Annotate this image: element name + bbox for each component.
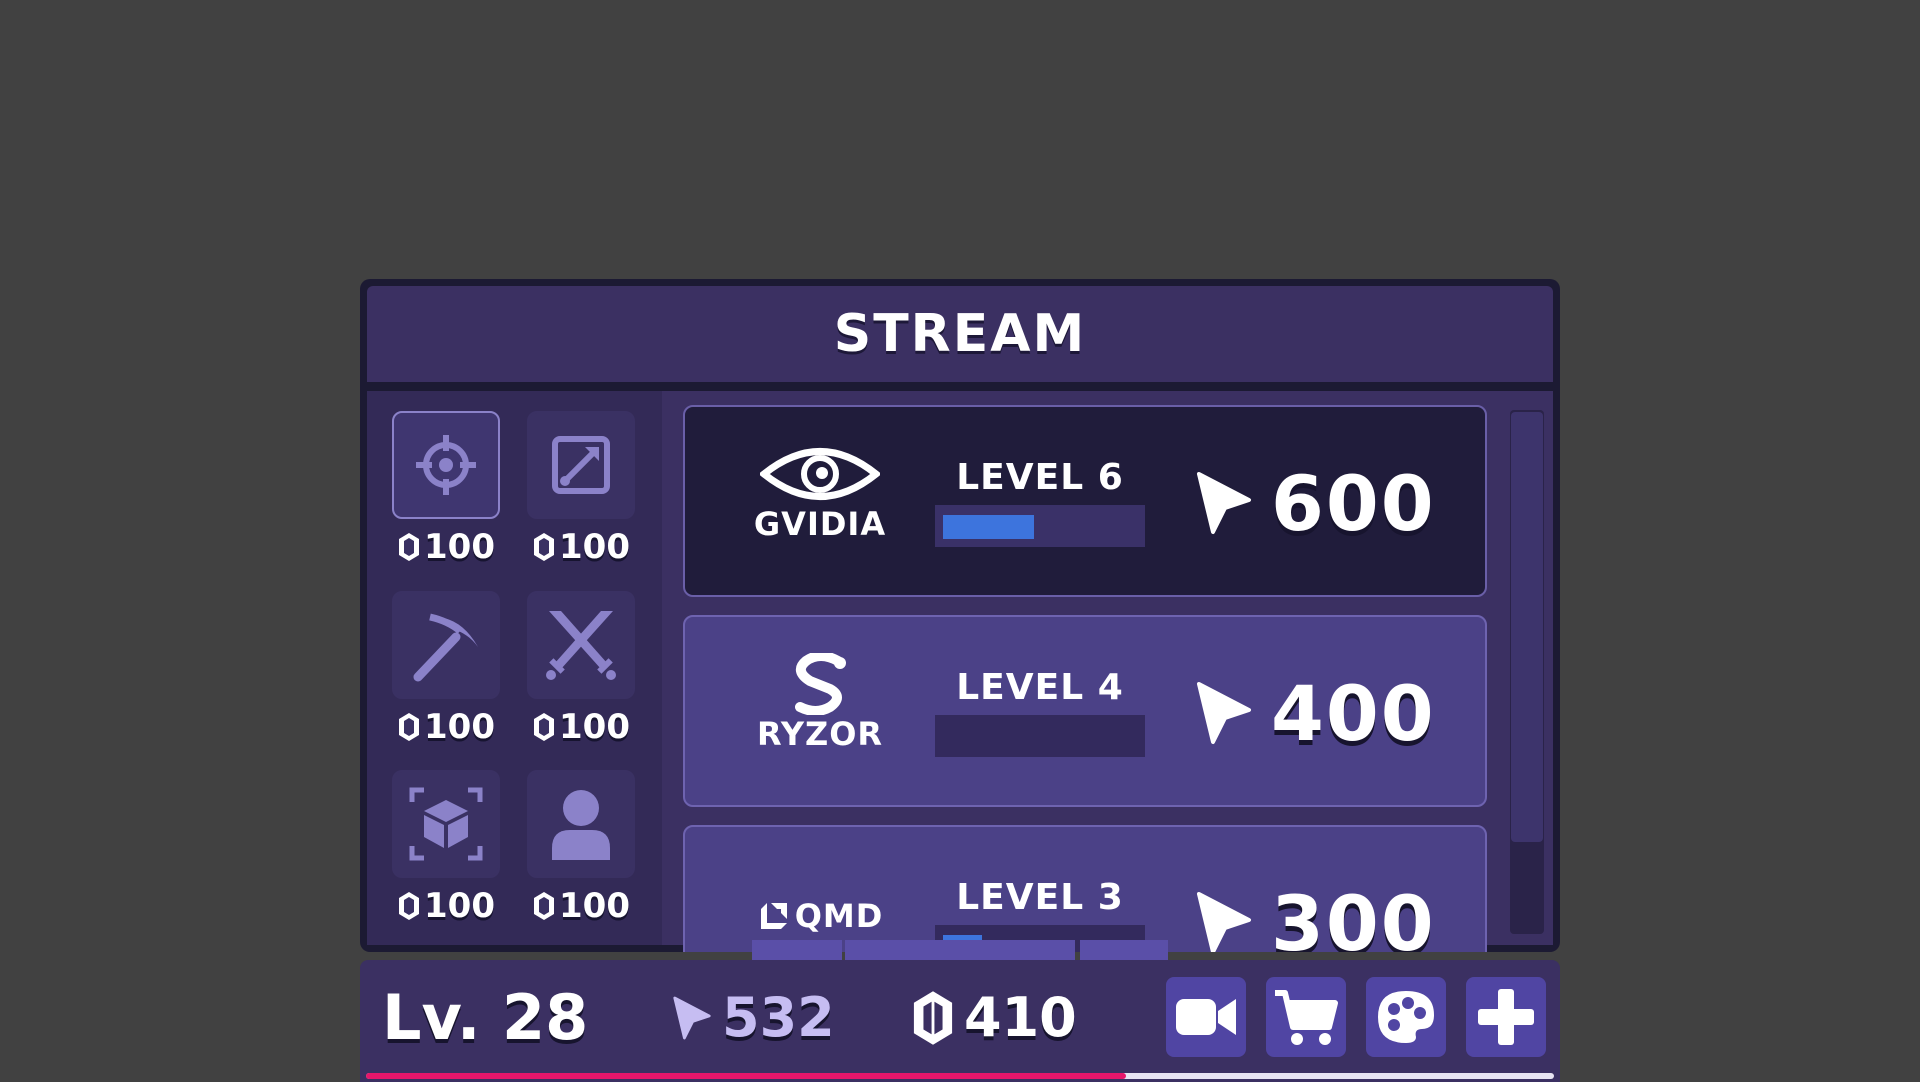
eye-logo-icon <box>758 448 882 500</box>
sponsor-card-qmd[interactable]: QMD LEVEL 3 300 <box>683 825 1487 952</box>
upgrade-cost: 100 <box>527 707 635 747</box>
progress-fill <box>943 515 1035 539</box>
gems-value: 410 <box>964 986 1077 1049</box>
sponsor-level: LEVEL 6 <box>956 457 1124 498</box>
upgrade-slot-crosshair[interactable]: 100 <box>392 411 500 567</box>
sponsor-name: RYZOR <box>756 715 884 753</box>
upgrade-slot-resize[interactable]: 100 <box>527 411 635 567</box>
panel-title: STREAM <box>833 304 1087 364</box>
menu-tab[interactable] <box>1080 940 1168 960</box>
upgrade-cost: 100 <box>392 886 500 926</box>
sponsor-name: GVIDIA <box>753 505 887 543</box>
upgrade-slot-cube[interactable]: 100 <box>392 770 500 926</box>
upgrade-slot-swords[interactable]: 100 <box>527 591 635 747</box>
upgrade-cost: 100 <box>392 527 500 567</box>
gem-icon <box>534 713 554 741</box>
gem-icon <box>399 533 419 561</box>
upgrade-cost: 100 <box>392 707 500 747</box>
upgrade-slot-user[interactable]: 100 <box>527 770 635 926</box>
cursor-icon <box>673 996 711 1039</box>
resize-icon <box>552 436 610 494</box>
panel-header: STREAM <box>367 286 1553 382</box>
upgrade-slot-pickaxe[interactable]: 100 <box>392 591 500 747</box>
crossed-swords-icon <box>546 611 616 680</box>
sponsor-card-gvidia[interactable]: GVIDIA LEVEL 6 600 <box>683 405 1487 597</box>
status-bar: Lv. 28 532 410 <box>360 960 1560 1082</box>
sponsor-list: GVIDIA LEVEL 6 600 RYZOR LEVEL 4 400 QMD… <box>662 391 1553 952</box>
player-level: Lv. 28 <box>382 981 589 1054</box>
gem-icon <box>399 892 419 920</box>
sponsor-earnings: 600 <box>1195 459 1436 548</box>
sponsor-earnings-value: 300 <box>1271 878 1436 953</box>
upgrade-cost-value: 100 <box>559 886 630 926</box>
sponsor-level: LEVEL 4 <box>956 667 1124 708</box>
crosshair-icon <box>416 435 476 495</box>
cursor-icon <box>1197 682 1251 744</box>
cursor-icon <box>1197 892 1251 952</box>
sponsor-earnings-value: 600 <box>1271 458 1436 548</box>
xp-progress-bar <box>366 1073 1554 1079</box>
gem-icon <box>399 713 419 741</box>
menu-tab[interactable] <box>845 940 1075 960</box>
upgrade-cost: 100 <box>527 886 635 926</box>
video-camera-icon <box>1176 999 1236 1035</box>
upgrade-cost-value: 100 <box>559 527 630 567</box>
cursor-icon <box>1197 472 1251 534</box>
stream-camera-button[interactable] <box>1166 977 1246 1057</box>
add-button[interactable] <box>1466 977 1546 1057</box>
upgrade-cost-value: 100 <box>559 707 630 747</box>
upgrade-cost-value: 100 <box>424 886 495 926</box>
sponsor-earnings-value: 400 <box>1271 668 1436 758</box>
sponsor-progress-bar <box>935 505 1145 547</box>
cart-icon <box>1275 990 1338 1045</box>
sponsor-earnings: 400 <box>1195 669 1436 758</box>
stream-panel: STREAM 100 100 100 100 100 100 GVIDIA LE… <box>360 279 1560 952</box>
upgrade-cost-value: 100 <box>424 527 495 567</box>
plus-icon <box>1478 989 1534 1045</box>
cube-icon <box>409 787 483 861</box>
palette-icon <box>1378 991 1434 1043</box>
menu-tab[interactable] <box>752 940 842 960</box>
gem-icon <box>534 533 554 561</box>
user-icon <box>552 790 610 860</box>
sponsor-progress-bar <box>935 715 1145 757</box>
sponsor-logo: GVIDIA <box>745 443 895 543</box>
gem-icon <box>913 990 953 1045</box>
customize-button[interactable] <box>1366 977 1446 1057</box>
sponsor-logo: RYZOR <box>745 651 895 753</box>
scrollbar-thumb[interactable] <box>1511 412 1543 842</box>
sponsor-card-ryzor[interactable]: RYZOR LEVEL 4 400 <box>683 615 1487 807</box>
upgrade-cost: 100 <box>527 527 635 567</box>
xp-progress-fill <box>366 1073 1127 1079</box>
sponsor-earnings: 300 <box>1195 879 1436 952</box>
sponsor-level: LEVEL 3 <box>956 877 1124 918</box>
snake-logo-icon <box>795 651 846 716</box>
gem-icon <box>534 892 554 920</box>
qmd-logo-icon <box>760 903 787 929</box>
clicks-value: 532 <box>722 986 835 1049</box>
gems-counter: 410 <box>912 960 1077 1075</box>
upgrade-cost-value: 100 <box>424 707 495 747</box>
clicks-counter: 532 <box>672 960 835 1075</box>
sponsor-logo: QMD <box>745 897 895 935</box>
sponsor-name: QMD <box>794 897 884 935</box>
pickaxe-icon <box>413 613 478 682</box>
shop-button[interactable] <box>1266 977 1346 1057</box>
